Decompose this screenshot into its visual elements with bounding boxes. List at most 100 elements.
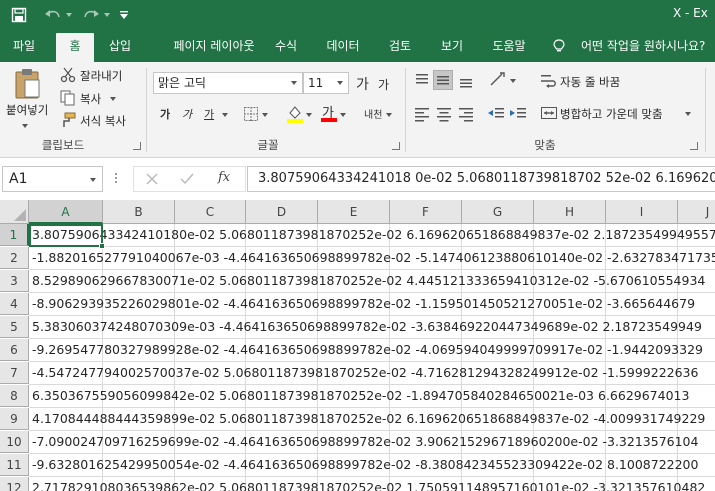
format-painter-button[interactable]: 서식 복사 — [60, 112, 136, 130]
tab-view[interactable]: 보기 — [432, 30, 472, 62]
fill-color-icon[interactable] — [286, 104, 304, 124]
increase-font-size-button[interactable]: 가 — [356, 74, 369, 94]
select-all-corner[interactable] — [0, 200, 29, 224]
row-header[interactable]: 10 — [0, 431, 29, 453]
align-right-icon[interactable] — [456, 104, 476, 124]
align-left-icon[interactable] — [412, 104, 432, 124]
borders-dropdown-icon[interactable] — [262, 113, 268, 117]
font-size-dropdown-icon[interactable] — [337, 81, 343, 85]
copy-button[interactable]: 복사 — [60, 90, 134, 108]
tab-review[interactable]: 검토 — [380, 30, 420, 62]
column-header-j[interactable]: J — [678, 200, 715, 224]
formula-input[interactable]: 3.80759064334241018 0e-02 5.068011873981… — [247, 166, 715, 192]
align-center-icon[interactable] — [434, 104, 454, 124]
table-row[interactable]: 2.717829108036539862e-02 5.0680118739818… — [32, 477, 705, 491]
font-size-box[interactable]: 11 — [303, 72, 349, 94]
decrease-font-size-button[interactable]: 가 — [378, 76, 389, 93]
row-header[interactable]: 4 — [0, 293, 29, 315]
italic-button[interactable]: 가 — [182, 106, 192, 122]
table-row[interactable]: -9.269547780327989928e-02 -4.46416365069… — [32, 339, 703, 361]
column-header-e[interactable]: E — [318, 200, 390, 224]
table-row[interactable]: -9.632801625429950054e-02 -4.46416365069… — [32, 454, 698, 476]
merge-dropdown-icon[interactable] — [685, 112, 691, 116]
paste-button[interactable]: 붙여넣기 — [6, 66, 50, 130]
phonetic-button[interactable]: 내천 — [364, 106, 382, 121]
table-row[interactable]: -7.090024709716259699e-02 -4.46416365069… — [32, 431, 698, 453]
align-top-icon[interactable] — [412, 70, 432, 90]
orientation-icon[interactable] — [488, 70, 508, 90]
column-header-i[interactable]: I — [606, 200, 678, 224]
table-row[interactable]: 3.807590643342410180e-02 5.0680118739818… — [32, 224, 715, 246]
redo-dropdown-icon[interactable] — [102, 0, 112, 30]
row-header[interactable]: 2 — [0, 247, 29, 269]
table-row[interactable]: 5.383060374248070309e-03 -4.464163650698… — [32, 316, 702, 338]
bold-button[interactable]: 가 — [160, 106, 170, 122]
font-name-box[interactable]: 맑은 고딕 — [153, 72, 303, 94]
name-box-dropdown-icon[interactable] — [90, 178, 96, 182]
borders-icon[interactable] — [243, 106, 259, 122]
row-header[interactable]: 3 — [0, 270, 29, 292]
merge-center-button[interactable]: 병합하고 가운데 맞춤 — [540, 104, 700, 124]
save-icon[interactable] — [8, 0, 30, 30]
underline-dropdown-icon[interactable] — [222, 113, 228, 117]
tab-formulas[interactable]: 수식 — [266, 30, 306, 62]
customize-qat-icon[interactable] — [116, 0, 132, 30]
tab-home[interactable]: 홈 — [56, 33, 94, 62]
table-row[interactable]: 8.529890629667830071e-02 5.0680118739818… — [32, 270, 705, 292]
cancel-icon[interactable] — [146, 173, 158, 185]
column-header-h[interactable]: H — [534, 200, 606, 224]
tab-help[interactable]: 도움말 — [484, 30, 534, 62]
font-color-dropdown-icon[interactable] — [340, 113, 346, 117]
alignment-launcher-icon[interactable] — [690, 142, 698, 150]
enter-icon[interactable] — [180, 173, 194, 185]
column-header-a[interactable]: A — [29, 200, 103, 224]
tab-file[interactable]: 파일 — [0, 30, 48, 62]
fill-color-dropdown-icon[interactable] — [306, 113, 312, 117]
tab-insert[interactable]: 삽입 — [100, 30, 140, 62]
row-header[interactable]: 11 — [0, 454, 29, 476]
paste-dropdown-icon[interactable] — [22, 124, 28, 128]
worksheet-grid[interactable]: ABCDEFGHIJ 1 2 3 4 5 6 7 8 9 10 11 12 3.80759064334… — [0, 200, 715, 491]
insert-function-button[interactable]: fx — [218, 170, 230, 185]
table-row[interactable]: 4.170844488444359899e-02 5.0680118739818… — [32, 408, 705, 430]
decrease-indent-icon[interactable] — [486, 104, 506, 124]
row-header[interactable]: 9 — [0, 408, 29, 430]
font-name-dropdown-icon[interactable] — [291, 81, 297, 85]
column-header-d[interactable]: D — [246, 200, 318, 224]
row-header[interactable]: 8 — [0, 385, 29, 407]
row-header[interactable]: 12 — [0, 477, 29, 491]
align-middle-button[interactable] — [433, 70, 453, 90]
table-row[interactable]: -8.906293935226029801e-02 -4.46416365069… — [32, 293, 695, 315]
column-header-f[interactable]: F — [390, 200, 462, 224]
wrap-text-button[interactable]: 자동 줄 바꿈 — [540, 72, 650, 92]
underline-button[interactable]: 가 — [204, 106, 214, 122]
clipboard-launcher-icon[interactable] — [133, 142, 141, 150]
lightbulb-icon — [553, 39, 565, 52]
cut-button[interactable]: 잘라내기 — [60, 67, 134, 85]
phonetic-dropdown-icon[interactable] — [386, 113, 392, 117]
table-row[interactable]: -1.882016527791040067e-03 -4.46416365069… — [32, 247, 715, 269]
copy-dropdown-icon[interactable] — [110, 97, 116, 101]
increase-indent-icon[interactable] — [508, 104, 528, 124]
row-header[interactable]: 1 — [0, 224, 29, 246]
row-header[interactable]: 5 — [0, 316, 29, 338]
align-bottom-icon[interactable] — [456, 70, 476, 90]
orientation-dropdown-icon[interactable] — [510, 79, 516, 83]
tell-me-search[interactable]: 어떤 작업을 원하시나요? — [581, 30, 705, 62]
redo-icon[interactable] — [80, 0, 102, 30]
column-header-g[interactable]: G — [462, 200, 534, 224]
fill-handle[interactable] — [99, 243, 105, 249]
undo-dropdown-icon[interactable] — [64, 0, 74, 30]
row-header[interactable]: 6 — [0, 339, 29, 361]
table-row[interactable]: -4.547247794002570037e-02 5.068011873981… — [32, 362, 698, 384]
name-box[interactable]: A1 — [2, 166, 103, 192]
row-header[interactable]: 7 — [0, 362, 29, 384]
table-row[interactable]: 6.350367559056099842e-02 5.0680118739818… — [32, 385, 689, 407]
tab-page-layout[interactable]: 페이지 레이아웃 — [150, 30, 278, 62]
resize-handle-icon[interactable] — [115, 172, 118, 186]
undo-icon[interactable] — [42, 0, 64, 30]
font-launcher-icon[interactable] — [392, 142, 400, 150]
tab-data[interactable]: 데이터 — [318, 30, 368, 62]
column-header-c[interactable]: C — [175, 200, 246, 224]
column-header-b[interactable]: B — [103, 200, 175, 224]
